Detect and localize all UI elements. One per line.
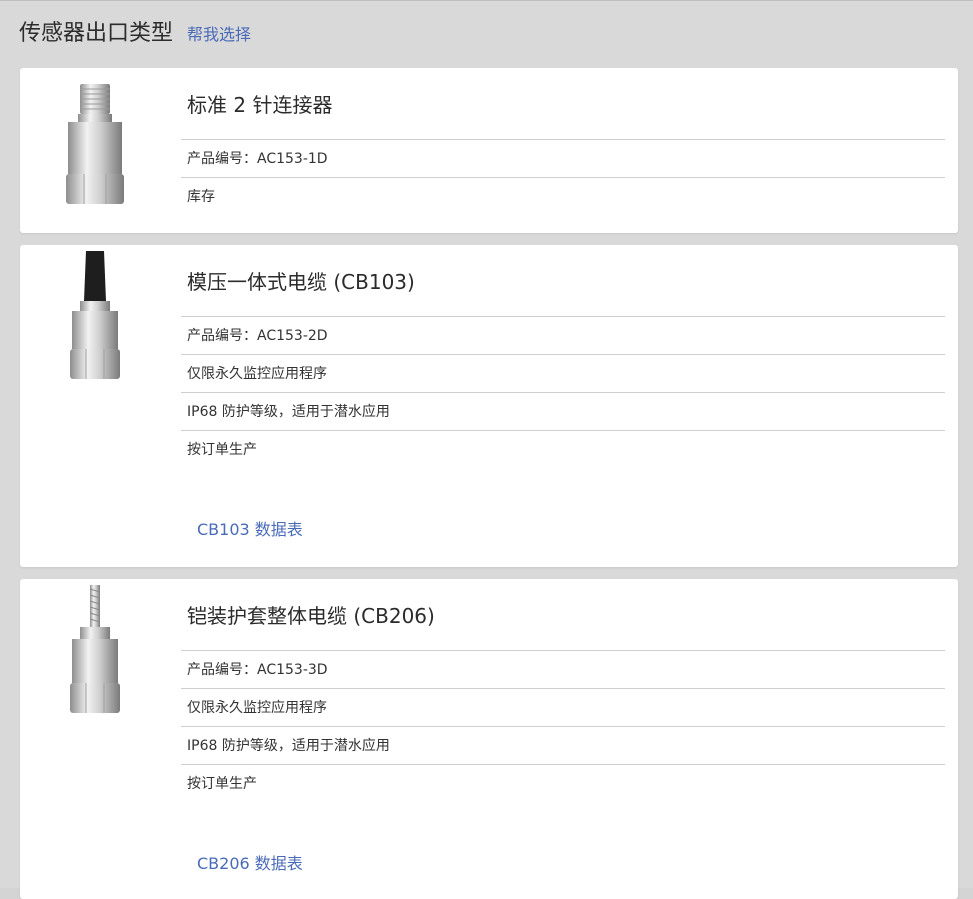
card-details: 铠装护套整体电缆 (CB206) 产品编号：AC153-3D 仅限永久监控应用程… — [181, 579, 945, 803]
usage-note: 仅限永久监控应用程序 — [181, 689, 945, 727]
cb206-datasheet-link[interactable]: CB206 数据表 — [197, 850, 303, 874]
usage-note: 仅限永久监控应用程序 — [181, 355, 945, 393]
availability: 库存 — [187, 189, 215, 205]
page-frame: 传感器出口类型 帮我选择 标准 2 针连接器 产品编号：AC153-1D 库存 … — [0, 0, 973, 899]
help-me-choose-link[interactable]: 帮我选择 — [187, 21, 251, 45]
ip-rating: IP68 防护等级，适用于潜水应用 — [181, 393, 945, 431]
sensor-armored-cable-image — [60, 585, 130, 724]
availability: 按订单生产 — [187, 442, 257, 458]
part-number: 产品编号：AC153-3D — [181, 651, 945, 689]
card-details: 标准 2 针连接器 产品编号：AC153-1D 库存 — [181, 68, 945, 216]
sensor-molded-cable-image — [60, 251, 130, 390]
card-title: 铠装护套整体电缆 (CB206) — [181, 579, 945, 651]
ip-rating: IP68 防护等级，适用于潜水应用 — [181, 727, 945, 765]
product-card-connector: 标准 2 针连接器 产品编号：AC153-1D 库存 — [20, 68, 958, 233]
page-title: 传感器出口类型 — [19, 21, 174, 46]
sensor-connector-image — [60, 80, 130, 214]
part-number: 产品编号：AC153-1D — [181, 140, 945, 178]
section-header: 传感器出口类型 帮我选择 — [19, 15, 251, 51]
card-details: 模压一体式电缆 (CB103) 产品编号：AC153-2D 仅限永久监控应用程序… — [181, 245, 945, 469]
availability: 按订单生产 — [187, 776, 257, 792]
product-card-molded-cable: 模压一体式电缆 (CB103) 产品编号：AC153-2D 仅限永久监控应用程序… — [20, 245, 958, 567]
card-title: 标准 2 针连接器 — [181, 68, 945, 140]
cb103-datasheet-link[interactable]: CB103 数据表 — [197, 516, 303, 540]
part-number: 产品编号：AC153-2D — [181, 317, 945, 355]
card-title: 模压一体式电缆 (CB103) — [181, 245, 945, 317]
product-card-armored-cable: 铠装护套整体电缆 (CB206) 产品编号：AC153-3D 仅限永久监控应用程… — [20, 579, 958, 899]
